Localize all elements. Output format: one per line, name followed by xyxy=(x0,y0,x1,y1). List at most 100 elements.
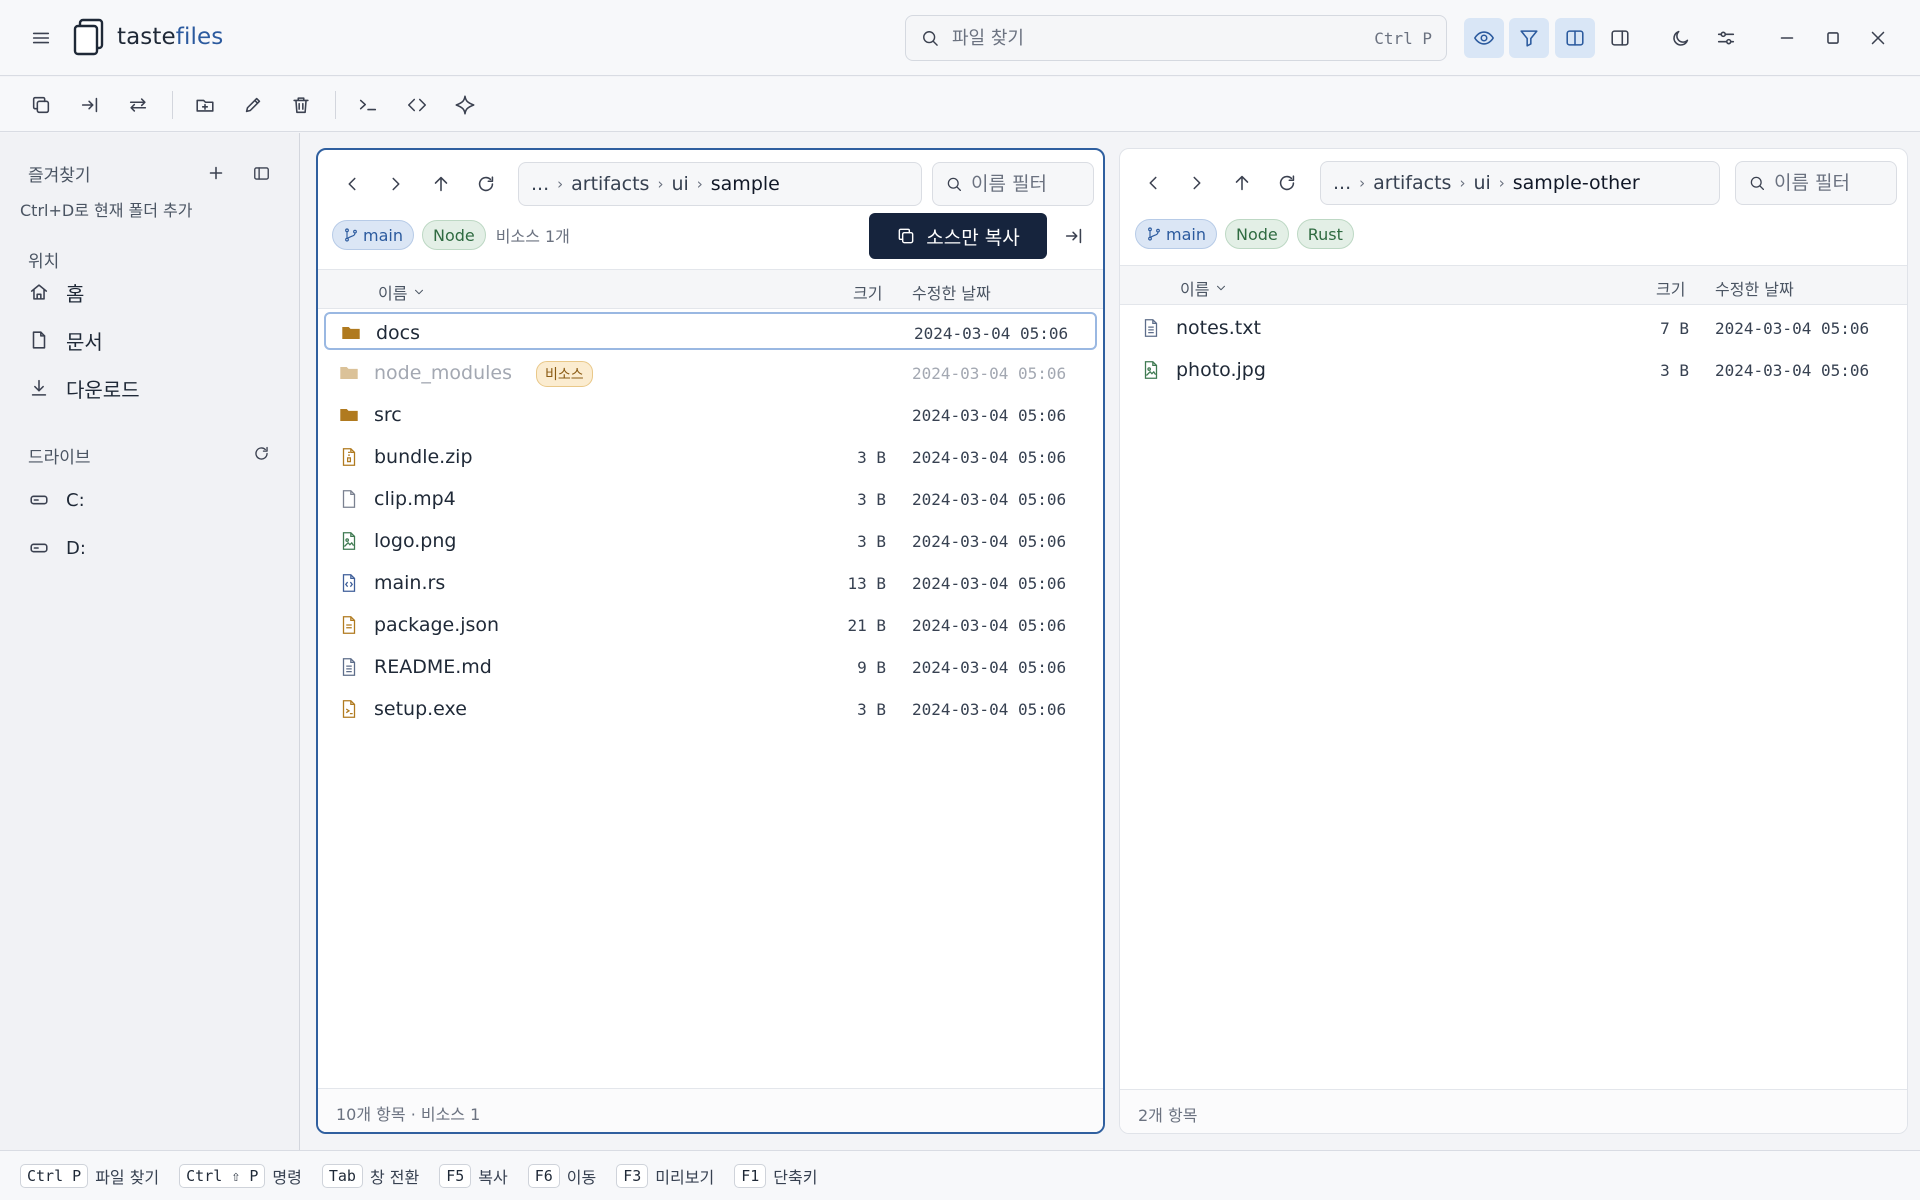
sidebar-item-drive-c[interactable]: C: xyxy=(28,480,278,520)
breadcrumb-current[interactable]: sample-other xyxy=(1513,172,1640,194)
refresh-button[interactable] xyxy=(1267,163,1307,203)
breadcrumb-current[interactable]: sample xyxy=(711,173,780,195)
sidebar-item-drive-d[interactable]: D: xyxy=(28,528,278,568)
parent-folder-button[interactable] xyxy=(421,164,461,204)
file-modified-date: 2024-03-04 05:06 xyxy=(912,364,1067,383)
breadcrumb[interactable]: ... › artifacts › ui › sample xyxy=(518,162,922,206)
terminal-button[interactable] xyxy=(348,85,388,125)
sidebar-item-home[interactable]: 홈 xyxy=(28,272,278,312)
table-row[interactable]: notes.txt 7 B 2024-03-04 05:06 xyxy=(1126,309,1901,347)
table-row[interactable]: main.rs 13 B 2024-03-04 05:06 xyxy=(324,564,1097,602)
breadcrumb-segment[interactable]: artifacts xyxy=(571,173,649,195)
table-row[interactable]: bundle.zip 3 B 2024-03-04 05:06 xyxy=(324,438,1097,476)
sidebar-item-documents[interactable]: 문서 xyxy=(28,320,278,360)
column-header-date[interactable]: 수정한 날짜 xyxy=(912,280,991,304)
file-name: main.rs xyxy=(374,572,446,594)
maximize-button[interactable] xyxy=(1813,18,1853,58)
close-window-button[interactable] xyxy=(1858,18,1898,58)
table-row[interactable]: logo.png 3 B 2024-03-04 05:06 xyxy=(324,522,1097,560)
parent-folder-button[interactable] xyxy=(1222,163,1262,203)
column-header-size[interactable]: 크기 xyxy=(853,280,882,304)
breadcrumb-segment[interactable]: ui xyxy=(1473,172,1490,194)
arrow-up-icon xyxy=(1235,175,1249,191)
locations-heading: 위치 xyxy=(28,252,60,272)
back-button[interactable] xyxy=(1133,163,1173,203)
table-row[interactable]: photo.jpg 3 B 2024-03-04 05:06 xyxy=(1126,351,1901,389)
ai-assist-button[interactable] xyxy=(445,85,485,125)
side-panel-toggle-button[interactable] xyxy=(1600,18,1640,58)
file-name: setup.exe xyxy=(374,698,467,720)
column-header-date[interactable]: 수정한 날짜 xyxy=(1715,276,1794,300)
theme-toggle-button[interactable] xyxy=(1661,18,1701,58)
refresh-drives-button[interactable] xyxy=(245,437,277,469)
close-icon xyxy=(1871,31,1885,45)
breadcrumb[interactable]: ... › artifacts › ui › sample-other xyxy=(1320,161,1720,205)
shortcut-label: 파일 찾기 xyxy=(95,1167,160,1187)
preview-toggle-button[interactable] xyxy=(1464,18,1504,58)
sidebar-item-downloads[interactable]: 다운로드 xyxy=(28,368,278,408)
breadcrumb-segment[interactable]: artifacts xyxy=(1373,172,1451,194)
file-search-box[interactable]: Ctrl P xyxy=(905,15,1447,61)
column-header-name[interactable]: 이름 xyxy=(1180,276,1228,300)
column-header-name[interactable]: 이름 xyxy=(378,280,426,304)
refresh-button[interactable] xyxy=(466,164,506,204)
arrow-to-right-icon xyxy=(1065,228,1082,244)
sparkle-icon xyxy=(455,95,475,115)
breadcrumb-ellipsis[interactable]: ... xyxy=(1333,172,1351,194)
back-button[interactable] xyxy=(332,164,372,204)
filter-toggle-button[interactable] xyxy=(1509,18,1549,58)
chevron-right-icon: › xyxy=(1359,174,1366,192)
pencil-icon xyxy=(245,97,261,113)
breadcrumb-segment[interactable]: ui xyxy=(671,173,688,195)
swap-panes-button[interactable] xyxy=(118,85,158,125)
name-filter-input[interactable] xyxy=(971,173,1081,195)
minimize-button[interactable] xyxy=(1767,18,1807,58)
table-header: 이름 크기 수정한 날짜 xyxy=(1120,265,1907,305)
send-to-other-pane-button[interactable] xyxy=(1054,216,1094,256)
settings-button[interactable] xyxy=(1706,18,1746,58)
drive-icon xyxy=(30,543,48,553)
new-folder-button[interactable] xyxy=(185,85,225,125)
collapse-sidebar-button[interactable] xyxy=(245,157,277,189)
table-row[interactable]: clip.mp4 3 B 2024-03-04 05:06 xyxy=(324,480,1097,518)
eye-icon xyxy=(1474,31,1494,45)
text-file-icon xyxy=(1140,317,1162,339)
table-row[interactable]: package.json 21 B 2024-03-04 05:06 xyxy=(324,606,1097,644)
table-row[interactable]: setup.exe 3 B 2024-03-04 05:06 xyxy=(324,690,1097,728)
table-row[interactable]: node_modules 비소스 2024-03-04 05:06 xyxy=(324,354,1097,392)
column-header-size[interactable]: 크기 xyxy=(1656,276,1685,300)
name-filter-box[interactable] xyxy=(932,162,1094,206)
delete-button[interactable] xyxy=(281,85,321,125)
left-file-pane[interactable]: ... › artifacts › ui › sample main Node 비소스… xyxy=(316,148,1105,1134)
toolbar-divider xyxy=(335,91,336,119)
forward-button[interactable] xyxy=(1177,163,1217,203)
copy-button[interactable] xyxy=(21,85,61,125)
refresh-icon xyxy=(1279,175,1295,191)
shortcut-hint: Ctrl ⇧ P 명령 xyxy=(179,1163,302,1188)
shortcut-label: 창 전환 xyxy=(369,1167,420,1187)
open-in-editor-button[interactable] xyxy=(397,85,437,125)
copy-source-only-button[interactable]: 소스만 복사 xyxy=(869,213,1047,259)
file-search-input[interactable] xyxy=(952,27,1332,49)
rename-button[interactable] xyxy=(233,85,273,125)
dual-pane-toggle-button[interactable] xyxy=(1555,18,1595,58)
move-button[interactable] xyxy=(70,85,110,125)
table-row[interactable]: README.md 9 B 2024-03-04 05:06 xyxy=(324,648,1097,686)
non-source-badge: 비소스 xyxy=(536,361,593,387)
minimize-icon xyxy=(1780,37,1794,39)
menu-button[interactable] xyxy=(21,18,61,58)
forward-button[interactable] xyxy=(376,164,416,204)
name-filter-box[interactable] xyxy=(1735,161,1897,205)
table-header: 이름 크기 수정한 날짜 xyxy=(318,269,1103,309)
table-row[interactable]: src 2024-03-04 05:06 xyxy=(324,396,1097,434)
breadcrumb-ellipsis[interactable]: ... xyxy=(531,173,549,195)
shortcut-key: F6 xyxy=(527,1163,560,1188)
env-chip-node: Node xyxy=(421,220,486,250)
pane-status: 2개 항목 xyxy=(1120,1089,1907,1133)
git-branch-chip[interactable]: main xyxy=(1135,219,1217,249)
right-file-pane[interactable]: ... › artifacts › ui › sample-other main No… xyxy=(1119,148,1908,1134)
git-branch-chip[interactable]: main xyxy=(332,220,414,250)
table-row[interactable]: docs 2024-03-04 05:06 xyxy=(324,312,1097,350)
add-favorite-button[interactable] xyxy=(200,157,232,189)
name-filter-input[interactable] xyxy=(1774,172,1884,194)
